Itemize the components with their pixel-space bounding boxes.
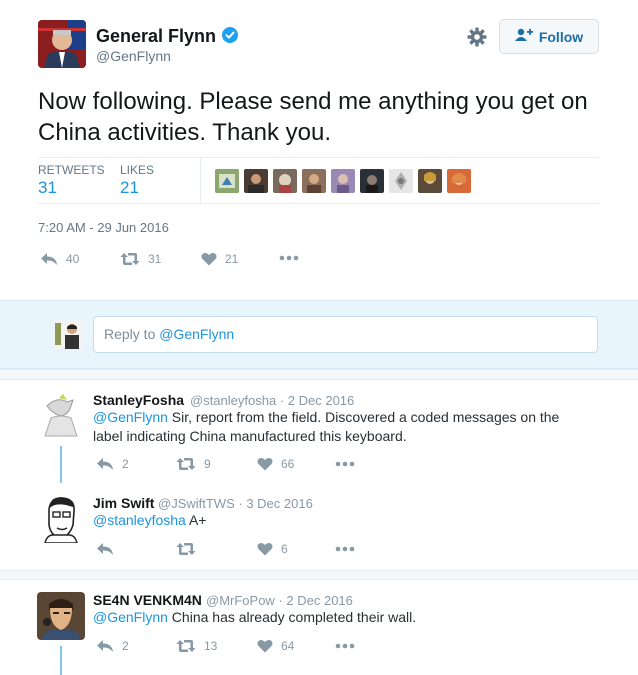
- likes-label[interactable]: LIKES: [120, 163, 154, 177]
- liker-avatar[interactable]: [331, 169, 355, 193]
- reply-avatar[interactable]: [37, 495, 85, 543]
- retweet-action[interactable]: [176, 542, 204, 556]
- follow-label: Follow: [538, 28, 584, 45]
- like-count: 66: [281, 457, 295, 471]
- more-action[interactable]: [335, 643, 355, 649]
- stats-divider-top: [38, 157, 599, 158]
- reply-count: 2: [122, 457, 129, 471]
- stats-divider-vertical: [200, 157, 201, 204]
- liker-avatar[interactable]: [244, 169, 268, 193]
- thread-line: [60, 446, 62, 483]
- likes-count[interactable]: 21: [120, 178, 139, 198]
- author-handle[interactable]: @GenFlynn: [96, 48, 171, 64]
- reply-placeholder-prefix: Reply to: [104, 326, 160, 342]
- heart-icon: [201, 252, 217, 266]
- liker-avatar[interactable]: [418, 169, 442, 193]
- retweet-icon: [120, 252, 140, 266]
- author-avatar[interactable]: [38, 20, 86, 68]
- more-icon: [335, 546, 355, 552]
- more-icon: [335, 461, 355, 467]
- tweet-timestamp[interactable]: 7:20 AM - 29 Jun 2016: [38, 220, 169, 235]
- reply-author-name[interactable]: SE4N VENKM4N: [93, 592, 202, 608]
- thread-line: [60, 646, 62, 675]
- retweets-count[interactable]: 31: [38, 178, 57, 198]
- reply-count: 2: [122, 639, 129, 653]
- reply-action[interactable]: 2: [96, 639, 129, 653]
- reply-mention[interactable]: @GenFlynn: [93, 409, 168, 425]
- verified-icon: [222, 27, 238, 48]
- reply-avatar[interactable]: [37, 592, 85, 640]
- more-icon: [279, 255, 299, 261]
- more-icon: [335, 643, 355, 649]
- like-action[interactable]: 21: [201, 252, 238, 266]
- more-action[interactable]: [335, 546, 355, 552]
- reply-placeholder-mention: @GenFlynn: [159, 326, 235, 342]
- reply-action[interactable]: 2: [96, 457, 129, 471]
- more-action[interactable]: [279, 255, 299, 261]
- reply-icon: [40, 252, 58, 266]
- heart-icon: [257, 457, 273, 471]
- retweet-icon: [176, 542, 196, 556]
- liker-avatar[interactable]: [273, 169, 297, 193]
- heart-icon: [257, 639, 273, 653]
- author-avatar-image: [38, 20, 86, 68]
- retweet-action[interactable]: 13: [176, 639, 217, 653]
- follow-button[interactable]: Follow: [499, 19, 599, 54]
- liker-avatar[interactable]: [447, 169, 471, 193]
- stats-divider-bottom: [38, 203, 599, 204]
- retweet-count: 9: [204, 457, 211, 471]
- like-count: 21: [225, 252, 239, 266]
- reply-mention[interactable]: @stanleyfosha: [93, 512, 186, 528]
- retweets-label[interactable]: RETWEETS: [38, 163, 105, 177]
- like-action[interactable]: 66: [257, 457, 294, 471]
- liker-avatar[interactable]: [360, 169, 384, 193]
- like-count: 6: [281, 542, 288, 556]
- reply-author-handle[interactable]: @stanleyfosha · 2 Dec 2016: [190, 393, 354, 408]
- retweet-count: 13: [204, 639, 218, 653]
- reply-text: @stanleyfosha A+: [93, 512, 207, 528]
- reply-icon: [96, 639, 114, 653]
- retweet-count: 31: [148, 252, 162, 266]
- reply-icon: [96, 542, 114, 556]
- tweet-text: Now following. Please send me anything y…: [38, 88, 588, 146]
- more-action[interactable]: [335, 461, 355, 467]
- liker-avatar[interactable]: [389, 169, 413, 193]
- retweet-icon: [176, 457, 196, 471]
- reply-action[interactable]: 40: [40, 252, 79, 266]
- reply-author-handle[interactable]: @MrFoPow · 2 Dec 2016: [206, 593, 353, 608]
- author-name[interactable]: General Flynn: [96, 26, 216, 47]
- replies-separator: [0, 369, 638, 380]
- like-action[interactable]: 6: [257, 542, 288, 556]
- heart-icon: [257, 542, 273, 556]
- current-user-avatar: [53, 319, 83, 349]
- reply-icon: [96, 457, 114, 471]
- reply-avatar[interactable]: [37, 392, 85, 440]
- reply-author-handle[interactable]: @JSwiftTWS · 3 Dec 2016: [158, 496, 313, 511]
- liker-avatar[interactable]: [302, 169, 326, 193]
- reply-text: @GenFlynn Sir, report from the field. Di…: [93, 409, 560, 444]
- reply-action[interactable]: [96, 542, 122, 556]
- reply-author-name[interactable]: StanleyFosha: [93, 392, 184, 408]
- retweet-action[interactable]: 9: [176, 457, 211, 471]
- retweet-action[interactable]: 31: [120, 252, 161, 266]
- like-action[interactable]: 64: [257, 639, 294, 653]
- reply-text: @GenFlynn China has already completed th…: [93, 609, 417, 625]
- retweet-icon: [176, 639, 196, 653]
- thread-separator: [0, 570, 638, 580]
- like-count: 64: [281, 639, 295, 653]
- reply-input[interactable]: Reply to @GenFlynn: [93, 316, 598, 353]
- liker-avatar[interactable]: [215, 169, 239, 193]
- reply-count: 40: [66, 252, 80, 266]
- reply-mention[interactable]: @GenFlynn: [93, 609, 168, 625]
- follow-person-icon: [514, 28, 533, 45]
- reply-author-name[interactable]: Jim Swift: [93, 495, 154, 511]
- gear-icon[interactable]: [467, 27, 487, 52]
